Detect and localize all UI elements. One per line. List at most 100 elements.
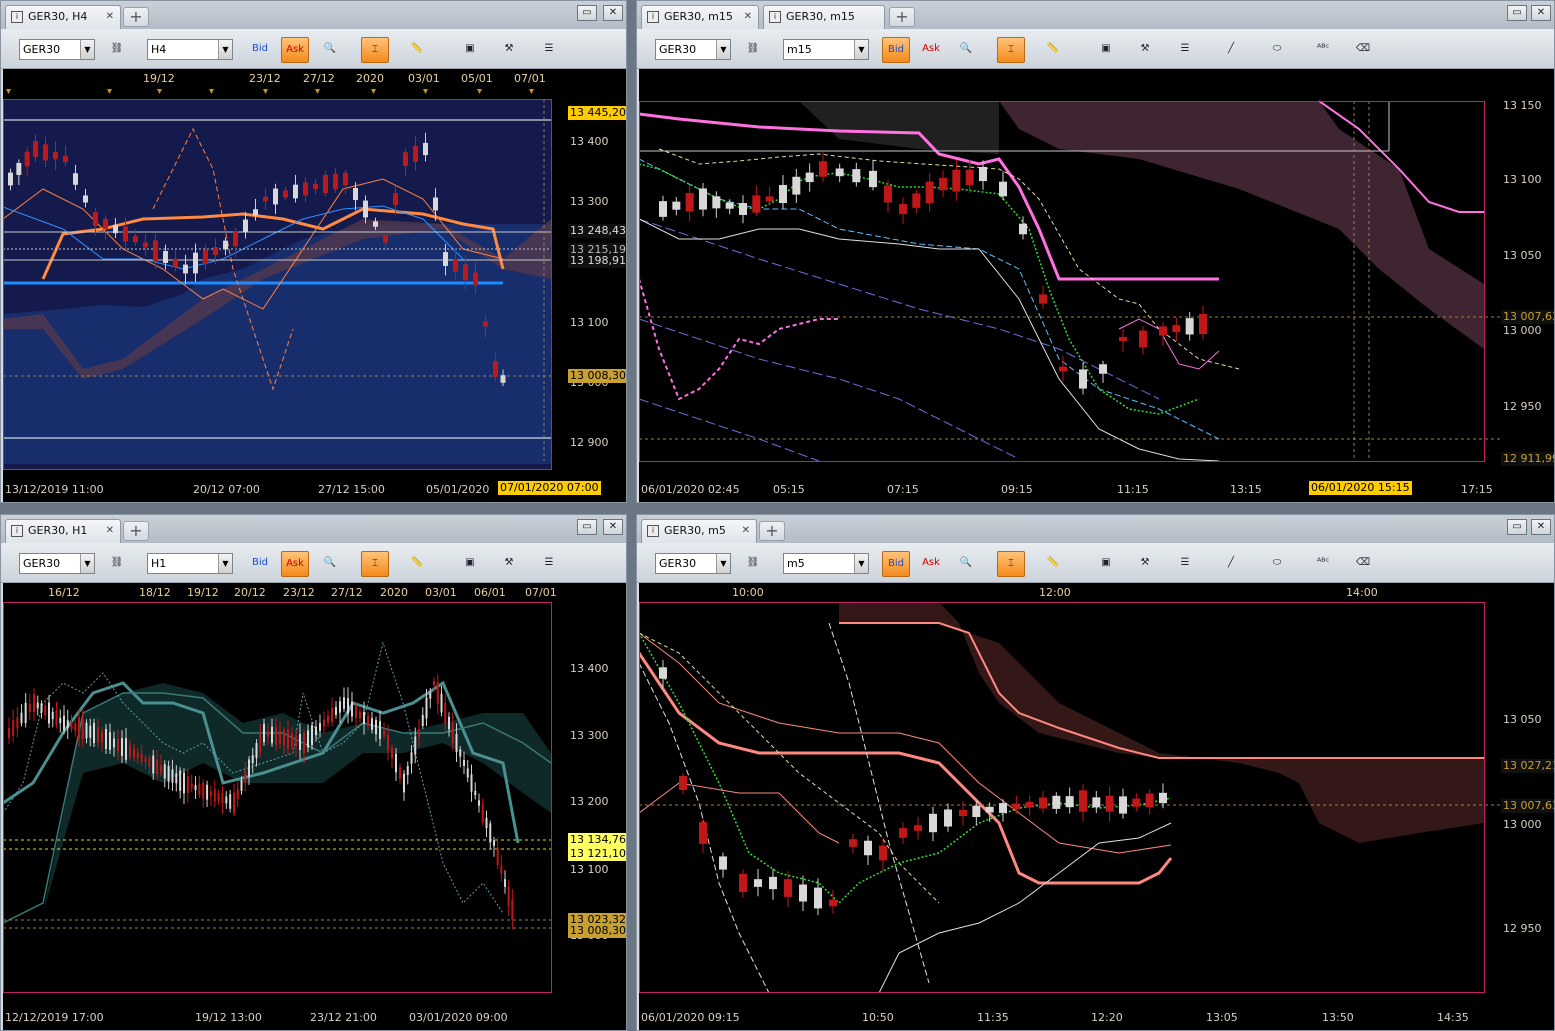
magnet-button[interactable]: ⌶ — [361, 551, 389, 577]
add-tab-button[interactable]: + — [889, 7, 915, 27]
ask-button[interactable]: Ask — [917, 37, 945, 63]
zoom-button[interactable]: 🔍 — [952, 551, 980, 577]
add-tab-button[interactable]: + — [123, 7, 149, 27]
candle-body — [40, 703, 43, 713]
link-button[interactable]: ⛓ — [739, 551, 767, 577]
picture-button[interactable]: ▣ — [1092, 551, 1120, 577]
tab-bar: i GER30, m5 ✕ + ▭ ✕ — [637, 515, 1554, 543]
ruler-button[interactable]: 📏 — [1039, 551, 1067, 577]
symbol-select[interactable]: GER30 ▼ — [19, 39, 95, 60]
tab-ger30-h4[interactable]: i GER30, H4 ✕ — [5, 5, 121, 29]
line-button[interactable]: ╱ — [1217, 551, 1245, 577]
tab-ger30-m15-b[interactable]: i GER30, m15 — [763, 5, 885, 29]
top-date-label: 19/12 — [143, 72, 175, 85]
candle-body — [311, 725, 313, 745]
timeframe-select[interactable]: H1 ▼ — [147, 553, 233, 574]
indicator-button[interactable]: ☰ — [535, 37, 563, 63]
minimize-button[interactable]: ▭ — [577, 5, 597, 21]
magnet-button[interactable]: ⌶ — [997, 37, 1025, 63]
candle-body — [443, 252, 448, 266]
chart-plot-m5[interactable]: 10:00 12:00 14:00 13 050 13 000 12 950 0… — [639, 583, 1554, 1030]
picture-button[interactable]: ▣ — [1092, 37, 1120, 63]
candle-body — [393, 193, 398, 205]
tools-button[interactable]: ⚒ — [495, 551, 523, 577]
bid-button[interactable]: Bid — [246, 37, 274, 63]
text-button[interactable]: ᴬᴮᶜ — [1309, 37, 1337, 63]
window-icon: i — [647, 525, 659, 537]
candle-body — [1199, 313, 1207, 335]
candle-body — [406, 765, 409, 776]
timeframe-select[interactable]: m5 ▼ — [783, 553, 869, 574]
tools-button[interactable]: ⚒ — [495, 37, 523, 63]
candle-body — [113, 738, 115, 748]
link-button[interactable]: ⛓ — [103, 551, 131, 577]
add-tab-button[interactable]: + — [123, 521, 149, 541]
line-button[interactable]: ╱ — [1217, 37, 1245, 63]
close-icon[interactable]: ✕ — [744, 6, 752, 28]
candle-body — [198, 783, 201, 795]
eraser-button[interactable]: ⌫ — [1349, 551, 1377, 577]
bid-button[interactable]: Bid — [882, 37, 910, 63]
ask-button[interactable]: Ask — [917, 551, 945, 577]
indicator-button[interactable]: ☰ — [1171, 37, 1199, 63]
symbol-select[interactable]: GER30 ▼ — [655, 553, 731, 574]
symbol-select[interactable]: GER30 ▼ — [19, 553, 95, 574]
zoom-button[interactable]: 🔍 — [316, 551, 344, 577]
zoom-icon: 🔍 — [959, 557, 973, 568]
bid-button[interactable]: Bid — [882, 551, 910, 577]
magnet-button[interactable]: ⌶ — [361, 37, 389, 63]
symbol-select[interactable]: GER30 ▼ — [655, 39, 731, 60]
text-button[interactable]: ᴬᴮᶜ — [1309, 551, 1337, 577]
time-label: 12:20 — [1091, 1011, 1123, 1024]
link-button[interactable]: ⛓ — [739, 37, 767, 63]
ruler-button[interactable]: 📏 — [1039, 37, 1067, 63]
close-window-button[interactable]: ✕ — [603, 519, 623, 535]
zoom-button[interactable]: 🔍 — [316, 37, 344, 63]
candle-body — [133, 235, 138, 243]
magnet-button[interactable]: ⌶ — [997, 551, 1025, 577]
minimize-button[interactable]: ▭ — [577, 519, 597, 535]
tab-ger30-h1[interactable]: i GER30, H1 ✕ — [5, 519, 121, 543]
candle-body — [123, 226, 128, 242]
link-button[interactable]: ⛓ — [103, 37, 131, 63]
indicator-button[interactable]: ☰ — [535, 551, 563, 577]
close-window-button[interactable]: ✕ — [603, 5, 623, 21]
price-axis: 13 150 13 100 13 050 13 000 12 950 — [1503, 99, 1542, 413]
chart-plot-m15[interactable]: 13 150 13 100 13 050 13 000 12 950 06/01… — [639, 69, 1554, 502]
picture-button[interactable]: ▣ — [456, 37, 484, 63]
ruler-button[interactable]: 📏 — [403, 551, 431, 577]
chart-plot-h4[interactable]: 19/12 23/12 27/12 2020 03/01 05/01 07/01… — [3, 69, 626, 502]
picture-button[interactable]: ▣ — [456, 551, 484, 577]
ask-button[interactable]: Ask — [281, 37, 309, 63]
timeframe-select[interactable]: m15 ▼ — [783, 39, 869, 60]
ruler-button[interactable]: 📏 — [403, 37, 431, 63]
close-icon[interactable]: ✕ — [106, 520, 114, 542]
candle-body — [117, 738, 119, 752]
chart-plot-h1[interactable]: 16/12 18/12 19/12 20/12 23/12 27/12 2020… — [3, 583, 626, 1030]
minimize-button[interactable]: ▭ — [1507, 5, 1527, 21]
link-icon: ⛓ — [746, 43, 760, 54]
ask-button[interactable]: Ask — [281, 551, 309, 577]
tab-ger30-m5[interactable]: i GER30, m5 ✕ — [641, 519, 757, 543]
zoom-button[interactable]: 🔍 — [952, 37, 980, 63]
close-icon[interactable]: ✕ — [742, 520, 750, 542]
eraser-button[interactable]: ⌫ — [1349, 37, 1377, 63]
add-tab-button[interactable]: + — [759, 521, 785, 541]
bid-button[interactable]: Bid — [246, 551, 274, 577]
minimize-button[interactable]: ▭ — [1507, 519, 1527, 535]
close-window-button[interactable]: ✕ — [1531, 5, 1551, 21]
indicator-button[interactable]: ☰ — [1171, 551, 1199, 577]
close-window-button[interactable]: ✕ — [1531, 519, 1551, 535]
ellipse-button[interactable]: ⬭ — [1263, 37, 1291, 63]
candle-body — [679, 776, 687, 790]
plot-frame — [3, 602, 552, 993]
ellipse-button[interactable]: ⬭ — [1263, 551, 1291, 577]
tools-button[interactable]: ⚒ — [1131, 551, 1159, 577]
tools-button[interactable]: ⚒ — [1131, 37, 1159, 63]
price-tick: 13 400 — [570, 662, 609, 675]
price-label-current: 13 007,63 — [1501, 799, 1554, 813]
tab-ger30-m15-a[interactable]: i GER30, m15 ✕ — [641, 5, 759, 29]
candle-body — [1012, 803, 1021, 810]
close-icon[interactable]: ✕ — [106, 6, 114, 28]
timeframe-select[interactable]: H4 ▼ — [147, 39, 233, 60]
